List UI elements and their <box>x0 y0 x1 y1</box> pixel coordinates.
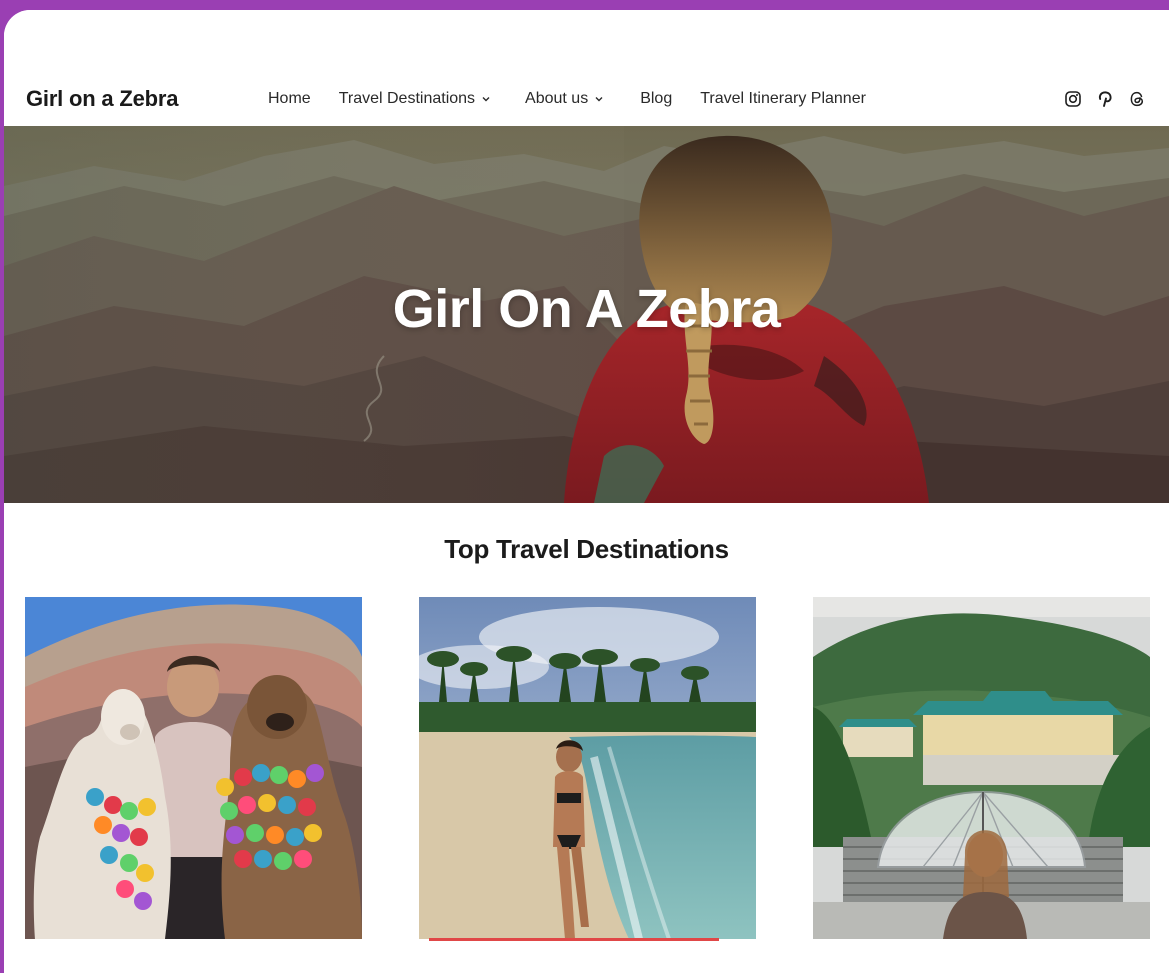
hero-banner: Girl On A Zebra <box>4 126 1169 503</box>
site-header: Girl on a Zebra Home Travel Destinations… <box>4 10 1169 126</box>
nav-item-home[interactable]: Home <box>268 90 311 108</box>
nav-item-label: Travel Itinerary Planner <box>700 90 866 107</box>
hero-title: Girl On A Zebra <box>392 279 781 339</box>
nav-item-label: Travel Destinations <box>338 90 476 107</box>
destination-card-2[interactable] <box>419 597 756 939</box>
destination-card-3[interactable] <box>813 597 1150 939</box>
section-title: Top Travel Destinations <box>444 534 729 564</box>
nav-item-label: About us <box>525 90 589 107</box>
site-title[interactable]: Girl on a Zebra <box>26 86 178 112</box>
nav-item-label: Home <box>268 90 311 107</box>
browser-frame: Girl on a Zebra Home Travel Destinations… <box>4 10 1169 973</box>
threads-icon[interactable] <box>1126 88 1148 110</box>
destination-image <box>25 597 362 939</box>
nav-item-blog[interactable]: Blog <box>640 90 672 108</box>
chevron-down-icon <box>595 97 603 102</box>
nav-item-travel-destinations[interactable]: Travel Destinations <box>339 90 491 108</box>
chevron-down-icon <box>482 97 490 102</box>
main-navigation: Home Travel Destinations About us Blog T… <box>268 90 866 108</box>
nav-item-label: Blog <box>640 90 673 107</box>
pinterest-icon[interactable] <box>1094 88 1116 110</box>
active-card-indicator <box>429 938 719 941</box>
instagram-icon[interactable] <box>1062 88 1084 110</box>
destination-card-1[interactable] <box>25 597 362 939</box>
destination-image <box>813 597 1150 939</box>
social-links <box>1062 88 1148 110</box>
nav-item-travel-itinerary-planner[interactable]: Travel Itinerary Planner <box>700 90 866 108</box>
destination-image <box>419 597 756 939</box>
nav-item-about-us[interactable]: About us <box>525 90 604 108</box>
